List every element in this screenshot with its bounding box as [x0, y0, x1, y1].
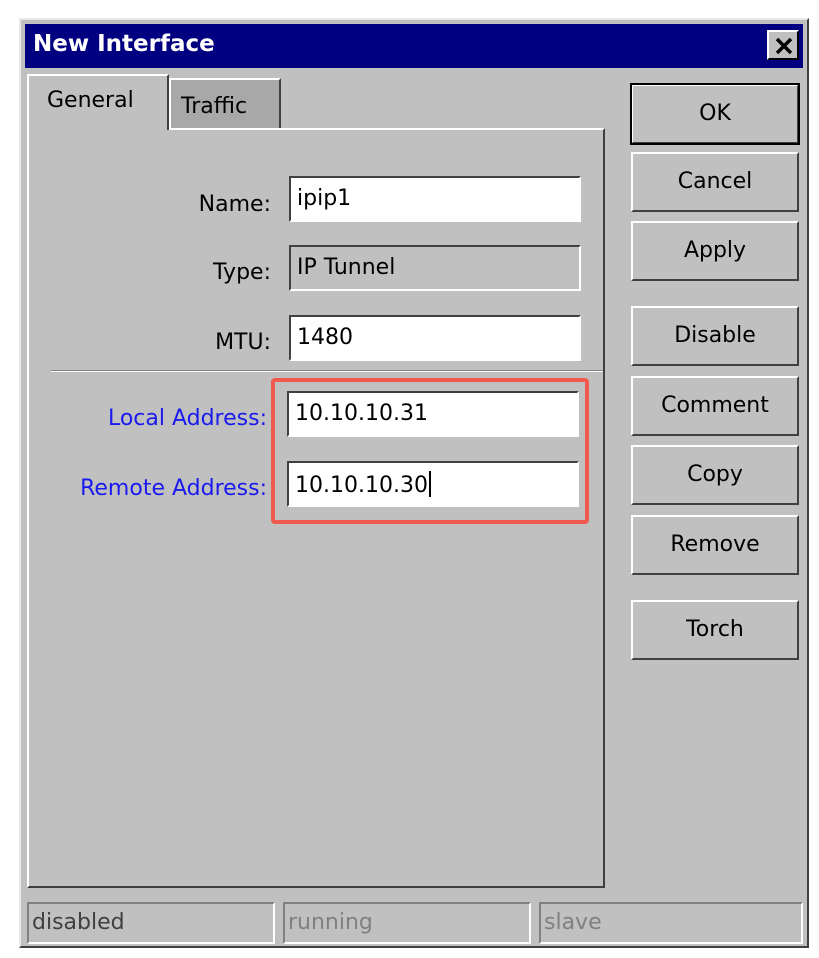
type-field: IP Tunnel	[289, 245, 581, 291]
ok-button[interactable]: OK	[630, 83, 800, 145]
mtu-field[interactable]: 1480	[289, 315, 581, 361]
remove-button[interactable]: Remove	[631, 515, 799, 575]
name-label: Name:	[198, 192, 271, 217]
name-field[interactable]: ipip1	[289, 176, 581, 222]
type-value: IP Tunnel	[297, 255, 396, 280]
window-title: New Interface	[33, 31, 215, 57]
apply-button[interactable]: Apply	[631, 221, 799, 281]
tab-general[interactable]: General	[27, 74, 169, 130]
tab-traffic[interactable]: Traffic	[169, 78, 281, 130]
type-label: Type:	[213, 260, 271, 285]
separator	[51, 370, 603, 372]
mtu-value: 1480	[297, 325, 353, 350]
new-interface-dialog: New Interface General Traffic Name: ipip…	[19, 18, 809, 948]
torch-button[interactable]: Torch	[631, 600, 799, 660]
disable-button[interactable]: Disable	[631, 306, 799, 366]
status-running: running	[283, 902, 531, 944]
cancel-button[interactable]: Cancel	[631, 152, 799, 212]
local-address-label: Local Address:	[107, 406, 267, 431]
close-button[interactable]	[767, 30, 799, 60]
copy-button[interactable]: Copy	[631, 445, 799, 505]
status-slave: slave	[539, 902, 803, 944]
title-bar[interactable]: New Interface	[25, 24, 803, 68]
tab-traffic-label: Traffic	[181, 94, 248, 119]
comment-button[interactable]: Comment	[631, 376, 799, 436]
tab-general-label: General	[47, 88, 134, 113]
status-disabled: disabled	[27, 902, 275, 944]
close-icon	[775, 37, 793, 55]
name-value: ipip1	[297, 186, 352, 211]
mtu-label: MTU:	[215, 330, 271, 355]
remote-address-label: Remote Address:	[80, 476, 267, 501]
highlight-box	[271, 378, 589, 524]
